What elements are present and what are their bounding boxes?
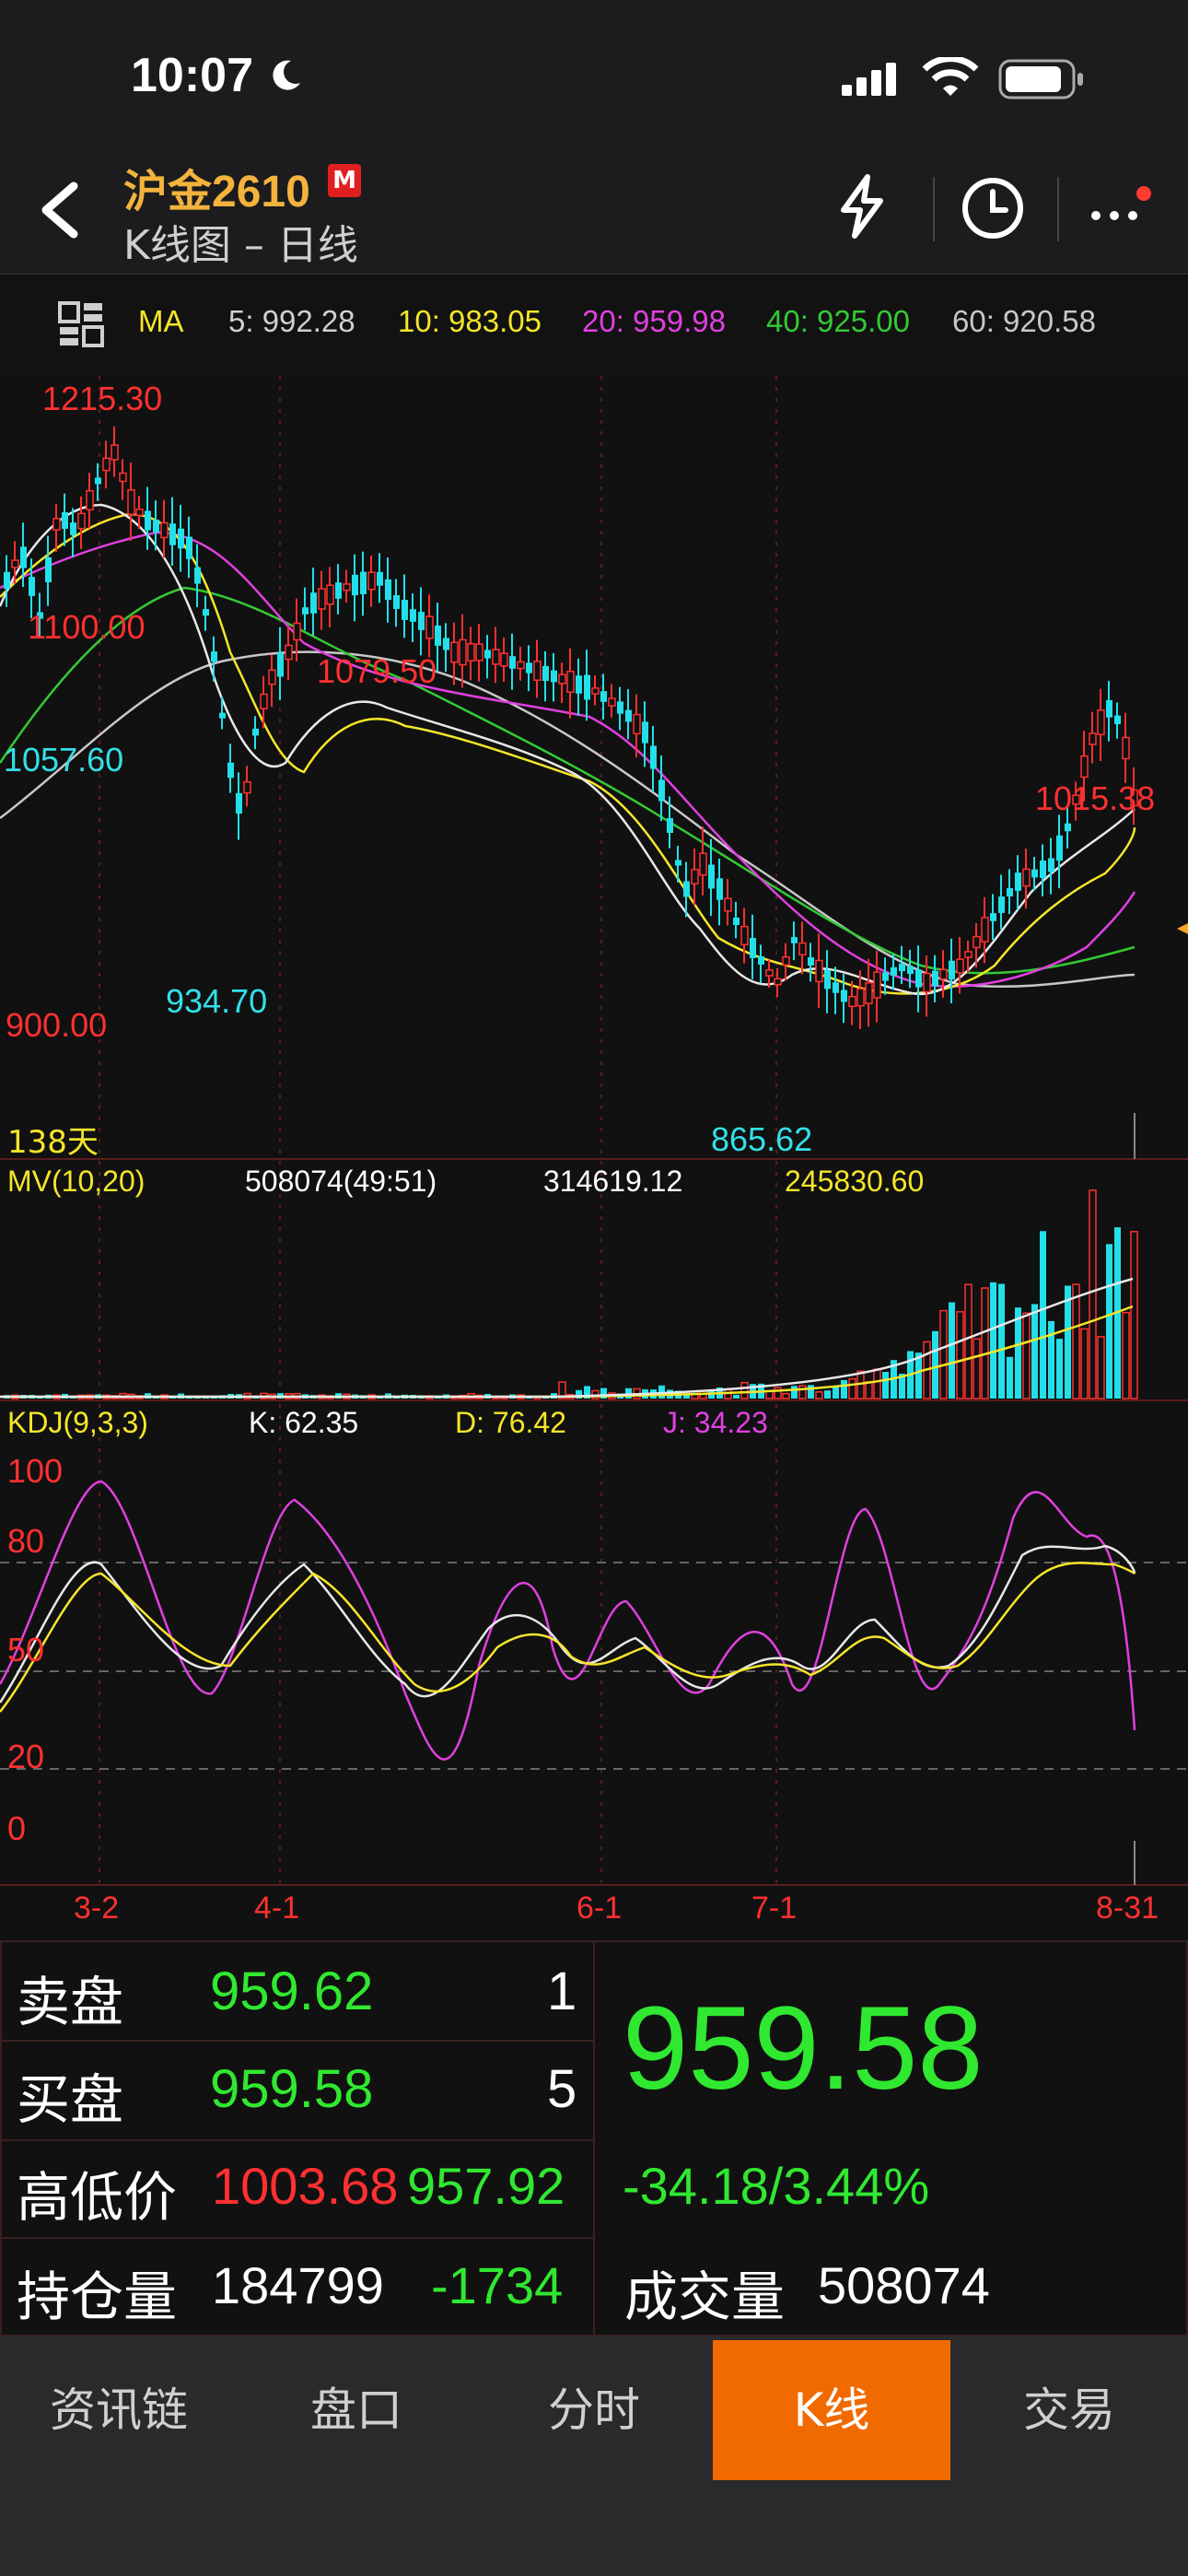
ma40-value: 40: 925.00 (766, 304, 910, 338)
tab-orderbook[interactable]: 盘口 (238, 2340, 475, 2480)
label-high: 1215.30 (42, 380, 163, 417)
kdj-title[interactable]: KDJ(9,3,3) (7, 1406, 148, 1440)
kdj-level-0: 0 (7, 1809, 27, 1847)
mv20-value: 245830.60 (785, 1165, 925, 1198)
volume-total: 508074 (818, 2256, 990, 2314)
label-low-mid: 934.70 (166, 982, 268, 1020)
label-recent-high: 1015.38 (1035, 779, 1156, 817)
ma10-value: 10: 983.05 (398, 304, 542, 338)
battery-icon (998, 59, 1083, 100)
back-icon[interactable] (33, 181, 88, 240)
date-label: 7-1 (751, 1891, 798, 1926)
mv-title[interactable]: MV(10,20) (7, 1165, 145, 1199)
tab-news[interactable]: 资讯链 (0, 2340, 238, 2480)
ma-label[interactable]: MA (138, 304, 184, 339)
contract-title: 沪金2610 (123, 168, 310, 217)
date-label: 6-1 (577, 1891, 623, 1926)
buy-price: 959.58 (210, 2059, 374, 2119)
last-price: 959.58 (623, 1983, 984, 2114)
tab-trade[interactable]: 交易 (950, 2340, 1188, 2480)
divider (1057, 177, 1059, 241)
wifi-icon (922, 57, 979, 96)
volume-value: 508074(49:51) (245, 1165, 437, 1198)
ma20-value: 20: 959.98 (582, 304, 726, 338)
volume-label: 成交量 (624, 2266, 786, 2328)
more-icon[interactable] (1087, 184, 1153, 230)
kline-chart[interactable] (0, 376, 1188, 1938)
home-indicator-area (0, 2502, 1188, 2576)
kdj-d-value: D: 76.42 (455, 1406, 566, 1439)
open-interest-change: -1734 (431, 2256, 564, 2314)
divider (933, 177, 935, 241)
kdj-level-100: 100 (7, 1452, 64, 1490)
ma60-value: 60: 920.58 (952, 304, 1096, 338)
tab-intraday[interactable]: 分时 (475, 2340, 713, 2480)
label-1057: 1057.60 (4, 741, 124, 779)
kdj-k-value: K: 62.35 (249, 1406, 359, 1439)
open-interest-label: 持仓量 (17, 2266, 178, 2328)
kdj-level-50: 50 (7, 1631, 45, 1669)
date-label: 3-2 (74, 1891, 120, 1926)
flash-trade-icon[interactable] (833, 173, 891, 240)
sell-label: 卖盘 (17, 1971, 124, 2033)
mv10-value: 314619.12 (543, 1165, 683, 1198)
sell-price: 959.62 (210, 1961, 374, 2021)
label-1100: 1100.00 (28, 608, 146, 646)
kdj-level-20: 20 (7, 1738, 45, 1775)
label-900: 900.00 (6, 1006, 108, 1044)
main-contract-badge: M (328, 164, 361, 197)
hilo-label: 高低价 (17, 2166, 178, 2229)
signal-icon (842, 63, 896, 96)
day-high: 1003.68 (212, 2157, 399, 2215)
ma5-value: 5: 992.28 (228, 304, 355, 338)
label-peak-mid: 1079.50 (317, 652, 437, 690)
days-count: 138天 (7, 1124, 99, 1161)
open-interest: 184799 (212, 2256, 384, 2314)
date-label: 4-1 (254, 1891, 300, 1926)
clock-icon[interactable] (960, 175, 1026, 241)
buy-label: 买盘 (17, 2068, 124, 2131)
moon-icon (273, 60, 300, 90)
date-label: 8-31 (1096, 1891, 1159, 1926)
tab-kline[interactable]: K线 (713, 2340, 950, 2480)
chart-subtitle[interactable]: K线图 – 日线 (123, 212, 358, 271)
price-change: -34.18/3.44% (623, 2157, 930, 2215)
label-low-recent: 865.62 (711, 1120, 813, 1158)
kdj-level-80: 80 (7, 1522, 45, 1560)
kdj-j-value: J: 34.23 (663, 1406, 768, 1439)
sell-qty: 1 (547, 1961, 577, 2021)
buy-qty: 5 (547, 2059, 577, 2119)
day-low: 957.92 (407, 2157, 565, 2215)
status-time: 10:07 (131, 49, 253, 102)
indicator-grid-icon[interactable] (57, 300, 105, 348)
